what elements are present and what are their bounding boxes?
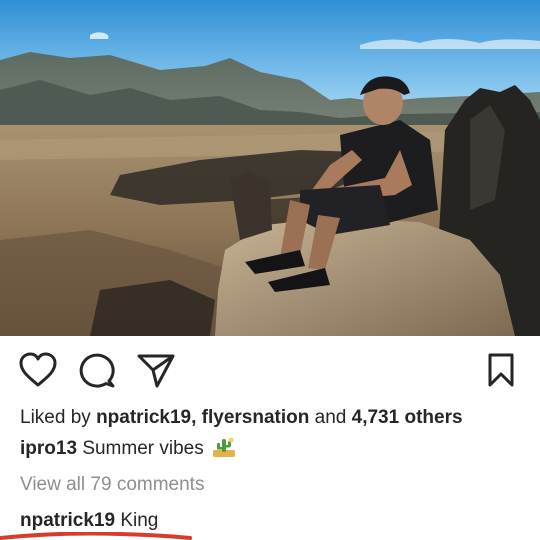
post-action-bar: [0, 336, 540, 402]
comment-item: npatrick19 King: [20, 510, 158, 532]
likes-others-count[interactable]: 4,731 others: [352, 407, 463, 428]
mountain-photo: [0, 0, 540, 336]
bookmark-icon: [488, 353, 514, 387]
share-button[interactable]: [136, 352, 176, 388]
view-all-comments-link[interactable]: View all 79 comments: [20, 474, 204, 496]
red-underline-mark: [0, 532, 192, 540]
save-button[interactable]: [484, 352, 518, 388]
comment-text: King: [120, 510, 159, 531]
liker-username-2[interactable]: flyersnation: [202, 407, 310, 428]
heart-icon: [19, 352, 57, 387]
comment-bubble-icon: [79, 353, 115, 388]
caption-text: Summer vibes: [82, 438, 204, 459]
caption-username[interactable]: ipro13: [20, 438, 77, 459]
comment-username[interactable]: npatrick19: [20, 510, 115, 531]
likes-and: and: [314, 407, 347, 428]
likes-summary: Liked by npatrick19, flyersnation and 4,…: [20, 407, 463, 429]
likes-prefix: Liked by: [20, 407, 91, 428]
cactus-desert-emoji: [213, 437, 236, 463]
post-photo[interactable]: [0, 0, 540, 336]
likes-separator: ,: [191, 407, 197, 428]
liker-username-1[interactable]: npatrick19: [96, 407, 191, 428]
comment-button[interactable]: [78, 352, 118, 388]
paper-plane-icon: [137, 354, 175, 388]
like-button[interactable]: [18, 352, 58, 388]
post-caption: ipro13 Summer vibes: [20, 437, 236, 463]
